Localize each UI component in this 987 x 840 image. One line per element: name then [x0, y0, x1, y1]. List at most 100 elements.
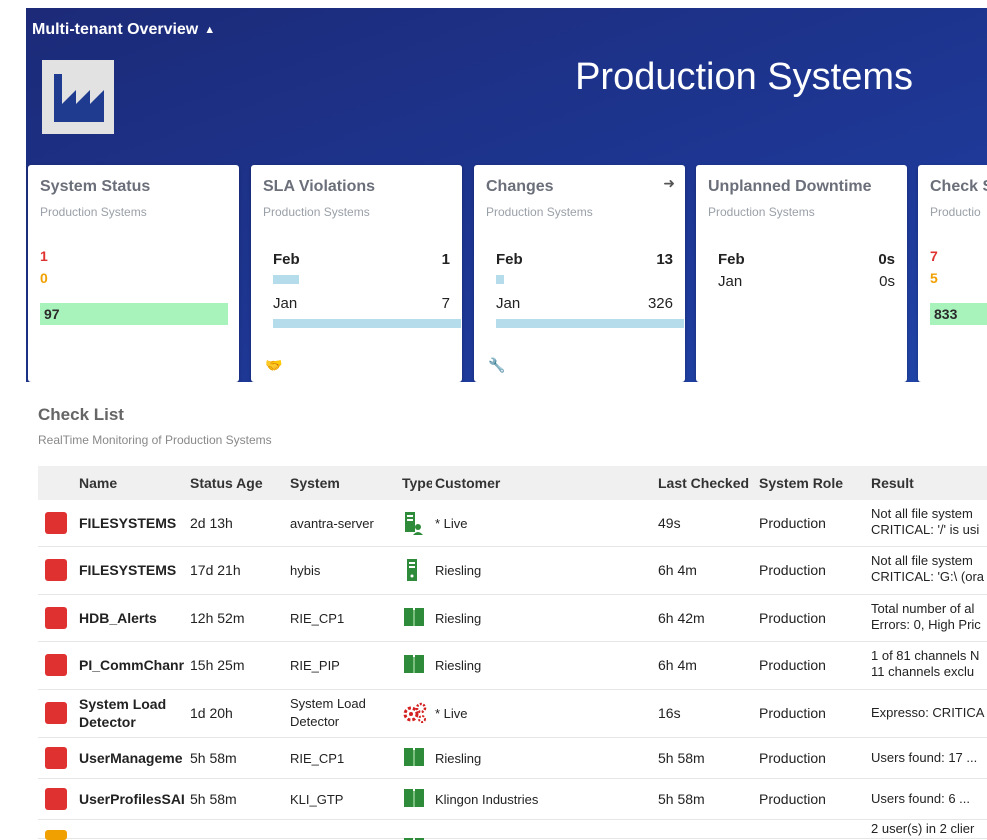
value-feb: 13 [656, 251, 673, 268]
result: Total number of al Errors: 0, High Pric [871, 601, 987, 633]
last-checked: 16s [658, 705, 681, 721]
status-critical-icon [45, 607, 67, 629]
table-row[interactable]: System Load Detector 1d 20h System Load … [38, 690, 987, 738]
column-header-last-checked[interactable]: Last Checked [658, 475, 749, 491]
system-status-card[interactable]: System Status Production Systems 1 0 97 [28, 165, 239, 382]
result: Not all file system CRITICAL: 'G:\ (ora [871, 553, 987, 585]
value-jan: 7 [441, 295, 450, 312]
customer: Riesling [435, 751, 482, 766]
status-warning-icon [45, 830, 67, 840]
result: 2 user(s) in 2 clier [871, 821, 975, 836]
system-role: Production [759, 750, 826, 766]
system[interactable]: RIE_PIP [290, 658, 394, 673]
value-feb: 1 [441, 251, 450, 268]
system-role: Production [759, 562, 826, 578]
system[interactable]: KLI_GTP [290, 792, 394, 807]
system[interactable]: RIE_CP1 [290, 611, 394, 626]
book-icon [403, 788, 429, 811]
value-jan: 326 [647, 295, 673, 312]
caret-up-icon[interactable]: ▲ [204, 24, 215, 36]
check-name[interactable]: HDB_Alerts [79, 610, 187, 626]
last-checked: 6h 4m [658, 562, 697, 578]
dashboard-switcher[interactable]: Multi-tenant Overview ▲ [26, 8, 215, 52]
bar-jan [273, 319, 461, 328]
page-title: Production Systems [575, 56, 913, 98]
server-icon [403, 558, 429, 585]
card-subtitle: Productio [930, 205, 981, 219]
column-header-name[interactable]: Name [79, 475, 117, 491]
unplanned-downtime-card[interactable]: Unplanned Downtime Production Systems Fe… [696, 165, 907, 382]
result-line: Total number of al [871, 601, 975, 616]
result: 1 of 81 channels N 11 channels exclu [871, 648, 987, 680]
table-row[interactable]: UserProfilesSAI 5h 58m KLI_GTP Klingon I… [38, 779, 987, 820]
check-name[interactable]: System Load Detector [79, 695, 187, 731]
check-name[interactable]: FILESYSTEMS [79, 562, 187, 578]
result: Expresso: CRITICA [871, 705, 987, 721]
system-role: Production [759, 705, 826, 721]
check-name[interactable]: PI_CommChanr [79, 657, 187, 673]
status-critical-icon [45, 747, 67, 769]
result: Users found: 6 ... [871, 791, 987, 807]
table-row[interactable]: PI_CommChanr 15h 25m RIE_PIP Riesling 6h… [38, 642, 987, 690]
system[interactable]: hybis [290, 563, 394, 578]
customer: Klingon Industries [435, 792, 539, 807]
book-icon [403, 747, 429, 770]
check-name[interactable]: UserManageme [79, 750, 187, 766]
sla-violations-card[interactable]: SLA Violations Production Systems Feb 1 … [251, 165, 462, 382]
last-checked: 6h 42m [658, 610, 705, 626]
customer: * Live [435, 516, 468, 531]
result-line: CRITICAL: 'G:\ (ora [871, 569, 985, 584]
arrow-right-icon[interactable]: ➜ [663, 175, 675, 192]
status-age: 2d 13h [190, 515, 233, 531]
warning-count: 0 [40, 270, 48, 286]
month-label-feb: Feb [718, 251, 745, 268]
ok-count: 97 [44, 306, 60, 322]
column-header-system-role[interactable]: System Role [759, 475, 843, 491]
table-row[interactable]: FILESYSTEMS 2d 13h avantra-server * Live… [38, 500, 987, 547]
table-row[interactable]: FILESYSTEMS 17d 21h hybis Riesling 6h 4m… [38, 547, 987, 595]
changes-card[interactable]: Changes ➜ Production Systems Feb 13 Jan … [474, 165, 685, 382]
system[interactable]: System Load Detector [290, 695, 394, 731]
table-row[interactable]: UserManageme 5h 58m RIE_CP1 Riesling 5h … [38, 738, 987, 779]
result-line: Users found: 6 ... [871, 791, 970, 806]
column-header-system[interactable]: System [290, 475, 340, 491]
last-checked: 49s [658, 515, 681, 531]
result-line: Errors: 0, High Pric [871, 617, 981, 632]
card-subtitle: Production Systems [708, 205, 815, 219]
table-row[interactable]: 2 user(s) in 2 clier [38, 820, 987, 840]
bar-feb [273, 275, 299, 284]
check-name[interactable]: FILESYSTEMS [79, 515, 187, 531]
card-subtitle: Production Systems [486, 205, 593, 219]
table-row[interactable]: HDB_Alerts 12h 52m RIE_CP1 Riesling 6h 4… [38, 595, 987, 642]
column-header-customer[interactable]: Customer [435, 475, 500, 491]
card-subtitle: Production Systems [40, 205, 147, 219]
last-checked: 5h 58m [658, 791, 705, 807]
check-status-card[interactable]: Check S Productio 7 5 833 [918, 165, 987, 382]
status-critical-icon [45, 512, 67, 534]
book-icon [403, 607, 429, 630]
status-critical-icon [45, 654, 67, 676]
system-role: Production [759, 657, 826, 673]
value-feb: 0s [878, 251, 895, 268]
check-list-panel: Check List RealTime Monitoring of Produc… [26, 382, 987, 840]
gears-icon [403, 702, 429, 727]
customer: Riesling [435, 658, 482, 673]
status-age: 1d 20h [190, 705, 233, 721]
status-age: 5h 58m [190, 791, 237, 807]
bar-jan [496, 319, 684, 328]
column-header-result[interactable]: Result [871, 475, 914, 491]
column-header-type[interactable]: Type [402, 475, 432, 491]
wrench-icon: 🔧 [488, 357, 506, 373]
table-header: Name Status Age System Type Customer Las… [38, 466, 987, 500]
dashboard-frame: Multi-tenant Overview ▲ Production Syste… [26, 8, 987, 840]
value-jan: 0s [879, 273, 895, 290]
status-critical-icon [45, 702, 67, 724]
system[interactable]: avantra-server [290, 516, 394, 531]
system[interactable]: RIE_CP1 [290, 751, 394, 766]
check-list-subtitle: RealTime Monitoring of Production System… [38, 433, 272, 447]
handshake-icon: 🤝 [265, 357, 283, 373]
result-line: Not all file system [871, 553, 973, 568]
result-line: 11 channels exclu [871, 664, 975, 679]
column-header-status-age[interactable]: Status Age [190, 475, 263, 491]
check-name[interactable]: UserProfilesSAI [79, 791, 187, 807]
